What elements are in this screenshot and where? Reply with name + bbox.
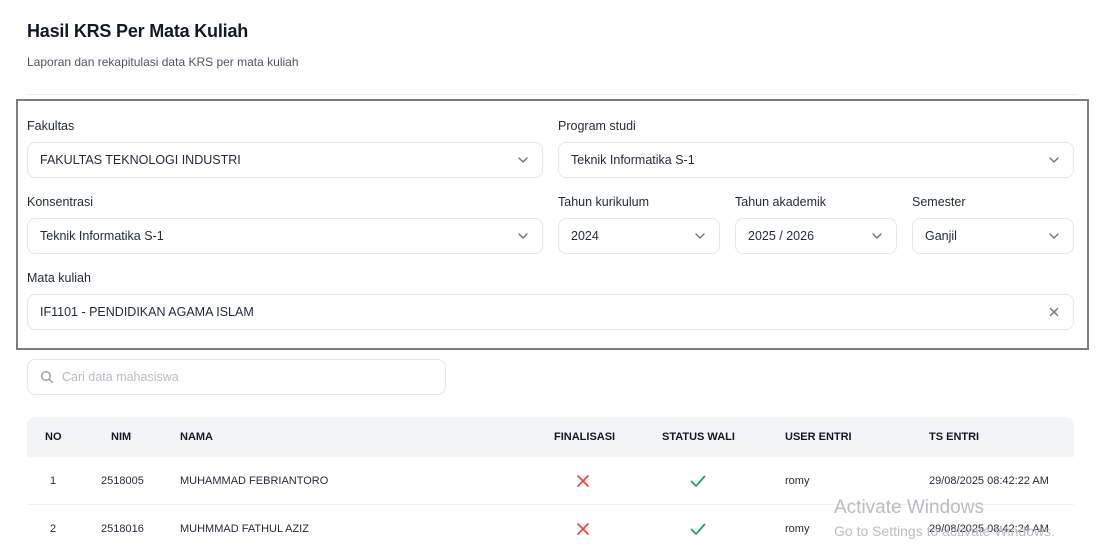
check-icon — [683, 457, 713, 505]
row-no: 2 — [50, 523, 57, 535]
chevron-down-icon — [870, 229, 884, 243]
row-user-entri: romy — [785, 475, 810, 487]
tahun-akademik-label: Tahun akademik — [735, 195, 827, 209]
tahun-akademik-value: 2025 / 2026 — [748, 229, 815, 243]
tahun-kurikulum-select[interactable]: 2024 — [558, 218, 720, 254]
konsentrasi-value: Teknik Informatika S-1 — [40, 229, 164, 243]
column-header-user-entri: USER ENTRI — [785, 431, 852, 443]
search-box[interactable] — [27, 359, 446, 395]
row-ts-entri: 29/08/2025 08:42:24 AM — [929, 523, 1049, 535]
header-divider — [27, 94, 1078, 95]
column-header-ts-entri: TS ENTRI — [929, 431, 980, 443]
fakultas-value: FAKULTAS TEKNOLOGI INDUSTRI — [40, 153, 241, 167]
column-header-no: NO — [45, 431, 62, 443]
row-nim: 2518005 — [101, 475, 144, 487]
table-row: 2 2518016 MUHMMAD FATHUL AZIZ romy 29/08… — [27, 505, 1074, 552]
fakultas-select[interactable]: FAKULTAS TEKNOLOGI INDUSTRI — [27, 142, 543, 178]
konsentrasi-select[interactable]: Teknik Informatika S-1 — [27, 218, 543, 254]
cross-icon — [568, 505, 598, 552]
table-header: NO NIM NAMA FINALISASI STATUS WALI USER … — [27, 417, 1074, 457]
row-no: 1 — [50, 475, 57, 487]
close-icon[interactable] — [1047, 305, 1061, 319]
konsentrasi-label: Konsentrasi — [27, 195, 94, 209]
column-header-nama: NAMA — [180, 431, 213, 443]
program-studi-value: Teknik Informatika S-1 — [571, 153, 695, 167]
chevron-down-icon — [1047, 229, 1061, 243]
column-header-nim: NIM — [111, 431, 132, 443]
tahun-kurikulum-value: 2024 — [571, 229, 599, 243]
semester-label: Semester — [912, 195, 966, 209]
page-subtitle: Laporan dan rekapitulasi data KRS per ma… — [27, 55, 299, 69]
chevron-down-icon — [516, 229, 530, 243]
semester-value: Ganjil — [925, 229, 957, 243]
row-user-entri: romy — [785, 523, 810, 535]
mata-kuliah-value: IF1101 - PENDIDIKAN AGAMA ISLAM — [40, 305, 254, 319]
mata-kuliah-label: Mata kuliah — [27, 271, 91, 285]
chevron-down-icon — [516, 153, 530, 167]
chevron-down-icon — [1047, 153, 1061, 167]
chevron-down-icon — [693, 229, 707, 243]
row-nama: MUHMMAD FATHUL AZIZ — [180, 523, 309, 535]
cross-icon — [568, 457, 598, 505]
page-title: Hasil KRS Per Mata Kuliah — [27, 21, 249, 41]
row-nama: MUHAMMAD FEBRIANTORO — [180, 475, 329, 487]
search-icon — [40, 370, 54, 384]
fakultas-label: Fakultas — [27, 119, 75, 133]
search-input[interactable] — [62, 370, 422, 384]
tahun-kurikulum-label: Tahun kurikulum — [558, 195, 650, 209]
row-nim: 2518016 — [101, 523, 144, 535]
tahun-akademik-select[interactable]: 2025 / 2026 — [735, 218, 897, 254]
check-icon — [683, 505, 713, 552]
program-studi-select[interactable]: Teknik Informatika S-1 — [558, 142, 1074, 178]
table-row: 1 2518005 MUHAMMAD FEBRIANTORO romy 29/0… — [27, 457, 1074, 505]
mata-kuliah-select[interactable]: IF1101 - PENDIDIKAN AGAMA ISLAM — [27, 294, 1074, 330]
row-ts-entri: 29/08/2025 08:42:22 AM — [929, 475, 1049, 487]
mahasiswa-table: NO NIM NAMA FINALISASI STATUS WALI USER … — [27, 417, 1074, 552]
program-studi-label: Program studi — [558, 119, 636, 133]
column-header-finalisasi: FINALISASI — [554, 431, 616, 443]
semester-select[interactable]: Ganjil — [912, 218, 1074, 254]
column-header-status-wali: STATUS WALI — [662, 431, 735, 443]
